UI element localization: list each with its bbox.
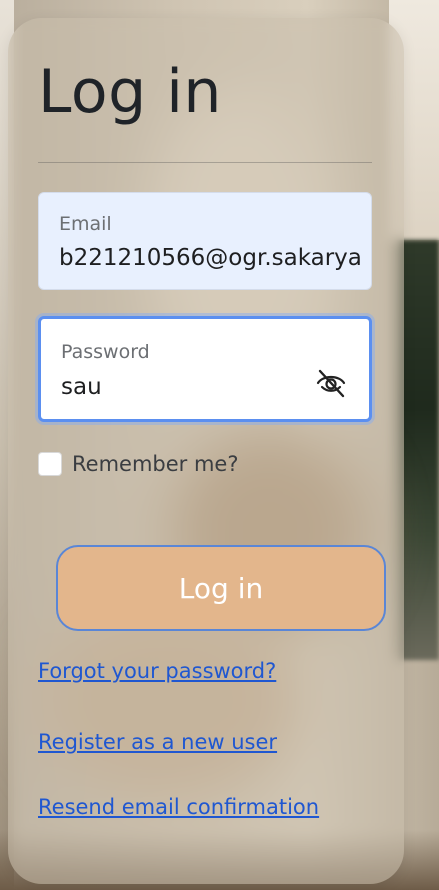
password-field[interactable]: Password sau bbox=[38, 316, 372, 422]
email-label: Email bbox=[59, 213, 112, 235]
password-input[interactable]: sau bbox=[61, 374, 281, 400]
page-title: Log in bbox=[38, 57, 222, 127]
login-button[interactable]: Log in bbox=[56, 545, 386, 631]
page: Log in Email b221210566@ogr.sakarya Pass… bbox=[0, 0, 439, 890]
title-divider bbox=[38, 162, 372, 163]
eye-off-icon[interactable] bbox=[313, 365, 349, 401]
forgot-password-link[interactable]: Forgot your password? bbox=[38, 659, 276, 683]
email-field[interactable]: Email b221210566@ogr.sakarya bbox=[38, 192, 372, 290]
remember-checkbox[interactable] bbox=[38, 452, 62, 476]
resend-confirmation-link[interactable]: Resend email confirmation bbox=[38, 795, 319, 819]
remember-me[interactable]: Remember me? bbox=[38, 452, 238, 476]
register-link[interactable]: Register as a new user bbox=[38, 730, 277, 754]
password-label: Password bbox=[61, 341, 150, 363]
login-card bbox=[8, 18, 404, 884]
remember-label: Remember me? bbox=[72, 452, 239, 476]
email-input[interactable]: b221210566@ogr.sakarya bbox=[59, 245, 369, 271]
